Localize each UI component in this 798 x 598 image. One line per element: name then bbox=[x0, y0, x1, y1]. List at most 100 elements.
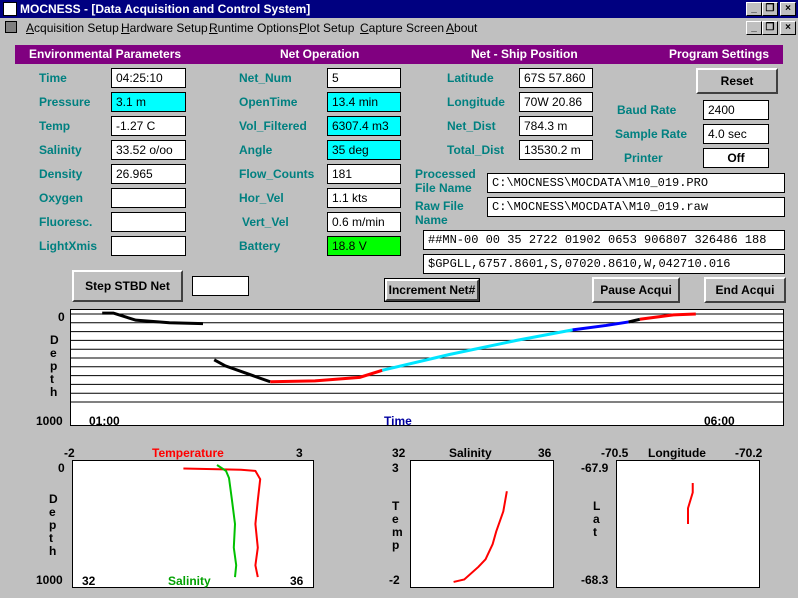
net-section-title: Net Operation bbox=[280, 47, 360, 61]
menu-acquisition-setup[interactable]: Acquisition Setup bbox=[26, 21, 119, 35]
menu-runtime-options[interactable]: Runtime Options bbox=[209, 21, 298, 35]
net-num-label: Net_Num bbox=[239, 71, 292, 85]
baud-rate-label: Baud Rate bbox=[617, 103, 677, 117]
gps-data-line: $GPGLL,6757.8601,S,07020.8610,W,042710.0… bbox=[423, 254, 785, 274]
close-icon[interactable]: × bbox=[780, 2, 796, 16]
depth-chart-x-start: 01:00 bbox=[89, 414, 120, 428]
salinity-profile bbox=[216, 464, 238, 578]
pressure-label: Pressure bbox=[39, 95, 91, 109]
battery-field: 18.8 V bbox=[327, 236, 401, 256]
ts-y-label: Depth bbox=[49, 492, 58, 558]
pause-acqui-button[interactable]: Pause Acqui bbox=[592, 277, 680, 303]
depth-series-6 bbox=[639, 312, 696, 321]
reset-button[interactable]: Reset bbox=[696, 68, 778, 94]
salinity-label: Salinity bbox=[39, 143, 82, 157]
raw-file-label-2: Name bbox=[415, 213, 448, 227]
menu-hardware-setup[interactable]: Hardware Setup bbox=[121, 21, 208, 35]
time-label: Time bbox=[39, 71, 67, 85]
longitude-label: Longitude bbox=[447, 95, 505, 109]
increment-net-button[interactable]: Increment Net# bbox=[384, 278, 480, 302]
fluoresc-field bbox=[111, 212, 186, 232]
oxygen-label: Oxygen bbox=[39, 191, 84, 205]
depth-chart-y-top: 0 bbox=[58, 310, 65, 324]
step-stbd-net-button[interactable]: Step STBD Net bbox=[72, 270, 183, 302]
pos-x-max: -70.2 bbox=[735, 446, 763, 460]
depth-chart-y-bottom: 1000 bbox=[36, 414, 63, 428]
minimize-icon[interactable]: _ bbox=[746, 2, 762, 16]
title-bar: MOCNESS - [Data Acquisition and Control … bbox=[0, 0, 798, 18]
depth-chart-grid bbox=[71, 313, 783, 403]
pos-section-title: Net - Ship Position bbox=[471, 47, 578, 61]
depth-chart-series bbox=[102, 311, 696, 384]
menu-capture-screen[interactable]: Capture Screen bbox=[360, 21, 444, 35]
menu-plot-setup[interactable]: Plot Setup bbox=[299, 21, 354, 35]
printer-label: Printer bbox=[624, 151, 663, 165]
net-dist-field: 784.3 m bbox=[519, 116, 593, 136]
vert-vel-label: Vert_Vel bbox=[242, 215, 289, 229]
pos-x-min: -70.5 bbox=[601, 446, 629, 460]
tsal-y-top: 3 bbox=[392, 461, 399, 475]
depth-series-0 bbox=[102, 311, 204, 326]
end-acqui-button[interactable]: End Acqui bbox=[704, 277, 786, 303]
lightxmis-field bbox=[111, 236, 186, 256]
depth-series-1 bbox=[213, 358, 271, 384]
baud-rate-field[interactable]: 2400 bbox=[703, 100, 769, 120]
ts-temp-label: Temperature bbox=[152, 446, 224, 460]
vert-vel-field: 0.6 m/min bbox=[327, 212, 401, 232]
vol-filtered-field: 6307.4 m3 bbox=[327, 116, 401, 136]
oxygen-field bbox=[111, 188, 186, 208]
angle-label: Angle bbox=[239, 143, 273, 157]
child-restore-icon[interactable]: ❐ bbox=[762, 21, 778, 35]
latitude-label: Latitude bbox=[447, 71, 494, 85]
time-field: 04:25:10 bbox=[111, 68, 186, 88]
prog-section-title: Program Settings bbox=[669, 47, 770, 61]
ts-y-top: 0 bbox=[58, 461, 65, 475]
processed-file-label-2: File Name bbox=[415, 181, 472, 195]
tsal-x-max: 36 bbox=[538, 446, 552, 460]
temperature-profile bbox=[183, 467, 262, 578]
pos-y-label: Lat bbox=[593, 499, 601, 539]
total-dist-label: Total_Dist bbox=[447, 143, 505, 157]
depth-time-chart bbox=[70, 309, 784, 426]
fluoresc-label: Fluoresc. bbox=[39, 215, 93, 229]
restore-icon[interactable]: ❐ bbox=[762, 2, 778, 16]
hor-vel-field: 1.1 kts bbox=[327, 188, 401, 208]
depth-chart-x-end: 06:00 bbox=[704, 414, 735, 428]
lat-lon-chart bbox=[616, 460, 760, 588]
processed-file-label-1: Processed bbox=[415, 167, 476, 181]
temp-salinity-chart bbox=[410, 460, 554, 588]
longitude-field: 70W 20.86 bbox=[519, 92, 593, 112]
sample-rate-field[interactable]: 4.0 sec bbox=[703, 124, 769, 144]
printer-field[interactable]: Off bbox=[703, 148, 769, 168]
depth-series-5 bbox=[628, 317, 641, 324]
menu-about[interactable]: About bbox=[446, 21, 477, 35]
pos-title: Longitude bbox=[648, 446, 706, 460]
window-title: MOCNESS - [Data Acquisition and Control … bbox=[20, 2, 311, 16]
angle-field: 35 deg bbox=[327, 140, 401, 160]
salinity-field: 33.52 o/oo bbox=[111, 140, 186, 160]
sample-rate-label: Sample Rate bbox=[615, 127, 688, 141]
battery-label: Battery bbox=[239, 239, 281, 253]
tsal-y-label: Temp bbox=[392, 499, 403, 552]
temp-field: -1.27 C bbox=[111, 116, 186, 136]
child-minimize-icon[interactable]: _ bbox=[746, 21, 762, 35]
app-icon[interactable] bbox=[3, 2, 17, 16]
density-label: Density bbox=[39, 167, 83, 181]
opentime-field: 13.4 min bbox=[327, 92, 401, 112]
depth-chart-y-label: Depth bbox=[50, 333, 59, 399]
ts-y-bottom: 1000 bbox=[36, 573, 63, 587]
ts-sal-min: 32 bbox=[82, 574, 96, 588]
total-dist-field: 13530.2 m bbox=[519, 140, 593, 160]
pressure-field: 3.1 m bbox=[111, 92, 186, 112]
ts-chart-series bbox=[183, 464, 262, 578]
document-icon[interactable] bbox=[5, 21, 17, 33]
section-header-bar: Environmental Parameters Net Operation N… bbox=[15, 45, 783, 64]
tsal-y-bottom: -2 bbox=[389, 573, 400, 587]
net-num-field: 5 bbox=[327, 68, 401, 88]
flow-counts-field: 181 bbox=[327, 164, 401, 184]
child-close-icon[interactable]: × bbox=[780, 21, 796, 35]
ts-diagram-line bbox=[453, 491, 508, 583]
ts-sal-max: 36 bbox=[290, 574, 304, 588]
temp-label: Temp bbox=[39, 119, 71, 133]
raw-data-line: ##MN-00 00 35 2722 01902 0653 906807 326… bbox=[423, 230, 785, 250]
